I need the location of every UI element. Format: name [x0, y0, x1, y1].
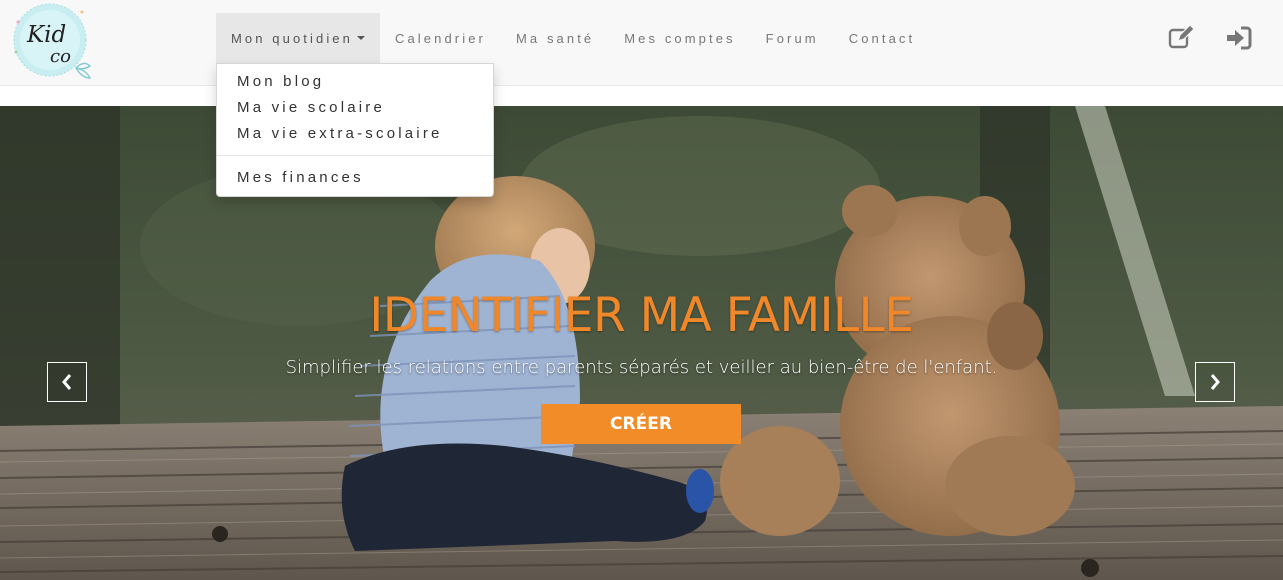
dropdown-item-ma-vie-extra-scolaire[interactable]: Ma vie extra-scolaire — [217, 121, 493, 147]
nav-label: Ma santé — [515, 30, 595, 46]
nav-label: Mon quotidien — [231, 30, 353, 46]
nav-forum[interactable]: Forum — [751, 13, 834, 63]
carousel-prev-button[interactable] — [47, 362, 87, 402]
dropdown-item-mes-finances[interactable]: Mes finances — [217, 165, 493, 191]
nav-label: Mes comptes — [624, 30, 736, 46]
nav-label: Forum — [765, 30, 819, 46]
main-nav: Mon quotidien Calendrier Ma santé Mes co… — [216, 13, 930, 63]
edit-icon[interactable] — [1167, 24, 1195, 52]
dropdown-divider — [217, 155, 493, 156]
dropdown-item-mon-blog[interactable]: Mon blog — [217, 69, 493, 95]
sign-in-icon[interactable] — [1225, 24, 1253, 52]
nav-mon-quotidien[interactable]: Mon quotidien — [216, 13, 380, 63]
svg-text:co: co — [50, 46, 71, 67]
nav-mes-comptes[interactable]: Mes comptes — [609, 13, 750, 63]
carousel-next-button[interactable] — [1195, 362, 1235, 402]
nav-calendrier[interactable]: Calendrier — [380, 13, 501, 63]
hero-subtitle: Simplifier les relations entre parents s… — [285, 357, 998, 378]
nav-label: Calendrier — [394, 30, 486, 46]
create-button[interactable]: CRÉER — [541, 404, 741, 444]
kidco-logo[interactable]: Kid co — [10, 2, 104, 80]
dropdown-menu: Mon blog Ma vie scolaire Ma vie extra-sc… — [216, 63, 494, 197]
caret-down-icon — [356, 36, 365, 40]
nav-contact[interactable]: Contact — [834, 13, 931, 63]
hero-title: IDENTIFIER MA FAMILLE — [369, 288, 914, 343]
chevron-left-icon — [62, 374, 72, 390]
chevron-right-icon — [1210, 374, 1220, 390]
hero-carousel: IDENTIFIER MA FAMILLE Simplifier les rel… — [0, 106, 1283, 580]
nav-ma-sante[interactable]: Ma santé — [501, 13, 609, 63]
nav-label: Contact — [848, 30, 916, 46]
navbar: Kid co Mon quotidien Calendrier Ma santé… — [0, 0, 1283, 86]
dropdown-item-ma-vie-scolaire[interactable]: Ma vie scolaire — [217, 95, 493, 121]
svg-text:Kid: Kid — [26, 22, 66, 48]
hero-background-image — [0, 106, 1283, 580]
